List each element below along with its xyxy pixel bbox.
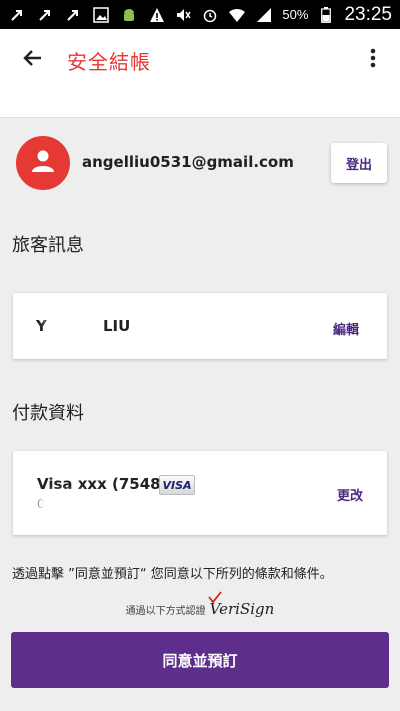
redacted-name [51,316,95,336]
status-bar-system: 50% 23:25 [174,4,400,26]
logout-button[interactable]: 登出 [331,143,387,183]
back-arrow-icon [22,49,42,71]
payment-section-title: 付款資料 [12,403,84,424]
signal-icon [255,6,273,24]
agree-and-book-button[interactable]: 同意並預訂 [11,632,389,688]
warning-icon [148,6,166,24]
status-bar-notifications [0,6,166,24]
alarm-icon [201,6,219,24]
notification-icon [8,6,26,24]
back-button[interactable] [12,43,52,77]
more-vert-icon [370,48,376,72]
battery-icon [317,6,335,24]
verisign-check-icon [207,591,222,603]
card-label: Visa xxx (7548) [37,475,168,493]
traveller-card: Y LIU 編輯 [13,293,387,359]
battery-percent: 50% [282,7,309,22]
verisign-logo: VeriSign [207,591,274,618]
person-icon [29,147,57,179]
android-icon [120,6,138,24]
mute-icon [174,6,192,24]
terms-text: 透過點擊 ”同意並預訂“ 您同意以下所列的條款和條件。 [12,567,333,582]
account-row: angelliu0531@gmail.com 登出 [0,118,400,208]
status-bar: 50% 23:25 [0,0,400,29]
overflow-menu-button[interactable] [358,43,388,77]
image-icon [92,6,110,24]
notification-icon [36,6,54,24]
payment-card: Visa xxx (7548) VISA 0 更改 [13,451,387,535]
status-clock: 23:25 [344,3,392,25]
visa-logo: VISA [159,475,195,495]
traveller-name-suffix: LIU [103,317,131,335]
edit-traveller-link[interactable]: 編輯 [333,319,359,338]
account-email: angelliu0531@gmail.com [82,153,294,171]
notification-icon [64,6,82,24]
redacted-card-info [44,496,86,512]
verification-text: 通過以下方式認證 [125,605,206,617]
change-payment-link[interactable]: 更改 [337,485,363,504]
wifi-icon [228,6,246,24]
app-bar: 安全結帳 [0,29,400,118]
traveller-section-title: 旅客訊息 [12,235,84,256]
verification-row: 通過以下方式認證 VeriSign [0,591,400,624]
traveller-name-prefix: Y [36,317,47,335]
avatar [16,136,70,190]
page-title: 安全結帳 [67,50,151,74]
